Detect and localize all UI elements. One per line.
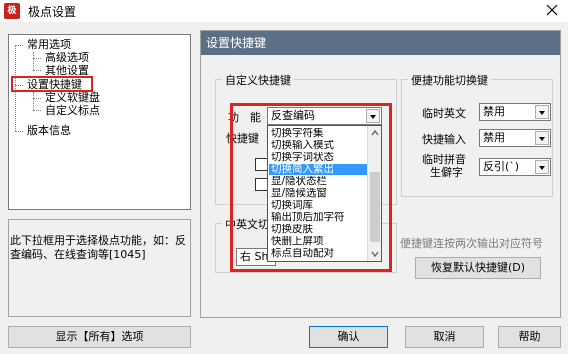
show-all-button[interactable]: 显示【所有】选项 [8, 326, 191, 348]
tree-item-softkeyboard[interactable]: 定义软键盘 [45, 91, 100, 104]
tree-connector [33, 110, 41, 111]
temp-pinyin-label-line2: 生僻字 [430, 166, 463, 179]
quick-input-select[interactable]: 禁用 [479, 129, 551, 147]
custom-shortcut-title: 自定义快捷键 [222, 72, 294, 88]
tree-connector [15, 131, 23, 132]
chevron-down-icon [535, 105, 549, 119]
annotation-highlight-box [11, 76, 93, 92]
hint-text: 此下拉框用于选择极点功能，如：反查编码、在线查询等[1045] [10, 234, 186, 261]
window-title: 极点设置 [28, 5, 77, 19]
tree-item-advanced[interactable]: 高级选项 [45, 51, 89, 64]
restore-default-button[interactable]: 恢复默认快捷键(D) [415, 257, 541, 279]
settings-tree[interactable]: 常用选项 高级选项 其他设置 设置快捷键 定义软键盘 自定义标点 版本信息 [8, 34, 191, 210]
chevron-down-icon [535, 160, 549, 174]
double-press-note: 便捷键连按两次输出对应符号 [400, 237, 543, 250]
app-logo-icon: 极 [4, 3, 20, 19]
ok-button[interactable]: 确认 [309, 326, 388, 348]
quick-input-value: 禁用 [483, 131, 505, 144]
temp-english-label: 临时英文 [422, 107, 466, 120]
temp-pinyin-label: 临时拼音 生僻字 [422, 153, 466, 179]
temp-pinyin-label-line1: 临时拼音 [422, 153, 466, 166]
temp-english-select[interactable]: 禁用 [479, 103, 551, 121]
title-bar: 极 极点设置 [0, 0, 568, 22]
tree-connector [33, 92, 34, 110]
tree-connector [33, 58, 41, 59]
tree-item-version[interactable]: 版本信息 [27, 124, 71, 137]
annotation-highlight-box [230, 103, 392, 272]
cancel-button[interactable]: 取消 [405, 326, 484, 348]
help-button[interactable]: 帮助 [498, 326, 561, 348]
tree-connector [15, 45, 23, 46]
temp-pinyin-select[interactable]: 反引(`) [479, 158, 551, 176]
temp-english-value: 禁用 [483, 105, 505, 118]
hint-box: 此下拉框用于选择极点功能，如：反查编码、在线查询等[1045] [8, 219, 191, 317]
quick-switch-title: 便捷功能切换键 [408, 72, 491, 88]
panel-header: 设置快捷键 [201, 31, 560, 55]
chevron-down-icon [535, 131, 549, 145]
tree-item-punctuation[interactable]: 自定义标点 [45, 104, 100, 117]
tree-connector [33, 98, 41, 99]
tree-item-common[interactable]: 常用选项 [27, 38, 71, 51]
tree-connector [33, 70, 41, 71]
tree-connector [33, 52, 34, 70]
quick-input-label: 快捷输入 [422, 133, 466, 146]
close-icon[interactable] [544, 2, 560, 18]
temp-pinyin-value: 反引(`) [483, 160, 520, 173]
